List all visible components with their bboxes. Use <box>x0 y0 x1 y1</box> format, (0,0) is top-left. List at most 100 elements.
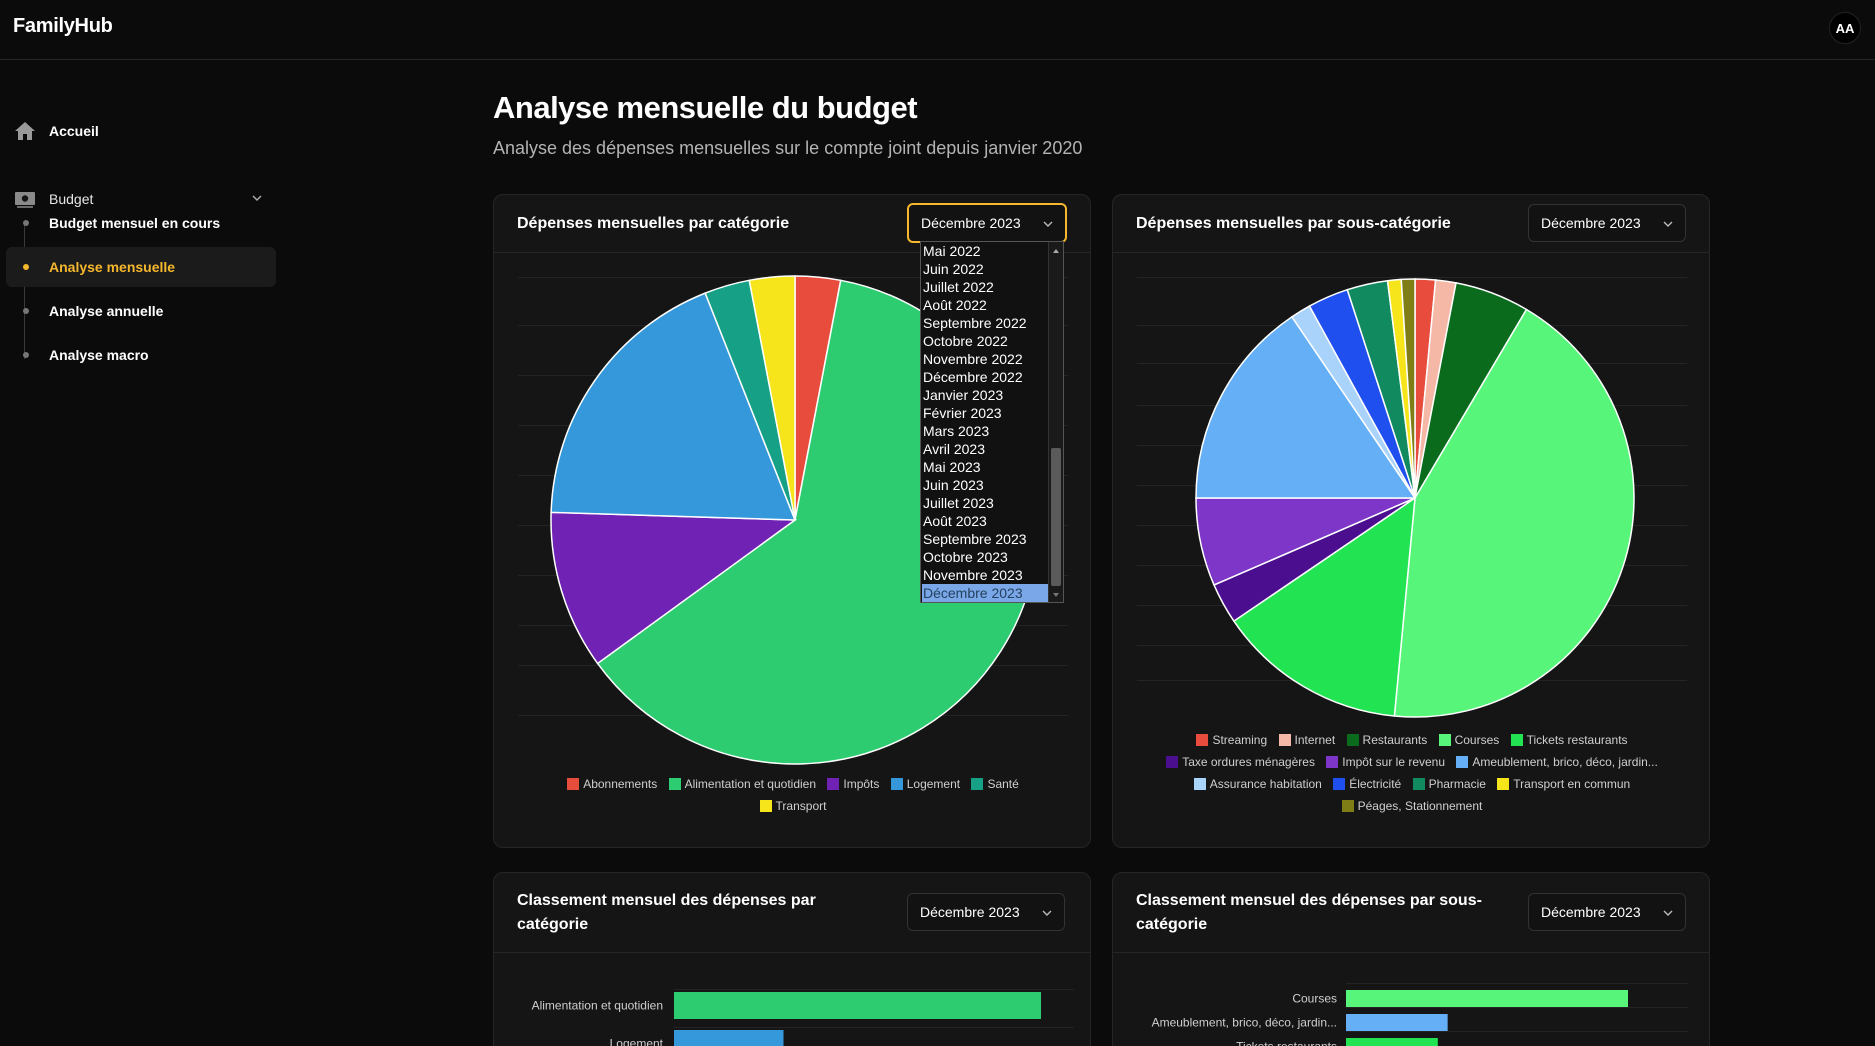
legend-label: Courses <box>1454 733 1500 747</box>
dropdown-option[interactable]: Avril 2023 <box>922 440 1048 458</box>
legend-item[interactable]: Taxe ordures ménagères <box>1166 751 1315 773</box>
bar-logement[interactable] <box>674 1030 784 1046</box>
legend-item[interactable]: Pharmacie <box>1412 773 1486 795</box>
legend-item[interactable]: Alimentation et quotidien <box>668 773 817 795</box>
legend-swatch <box>759 800 772 812</box>
sidebar-item-budget-mensuel[interactable]: Budget mensuel en cours <box>6 203 276 243</box>
month-dropdown-list[interactable]: Mai 2022 Juin 2022 Juillet 2022 Août 2022 Se… <box>920 241 1064 603</box>
bullet-icon <box>23 308 29 314</box>
sidebar-item-label: Analyse macro <box>49 347 149 363</box>
dropdown-option[interactable]: Novembre 2022 <box>922 350 1048 368</box>
select-value: Décembre 2023 <box>920 904 1020 920</box>
legend-item[interactable]: Abonnements <box>567 773 657 795</box>
legend-item[interactable]: Assurance habitation <box>1193 773 1322 795</box>
legend-label: Santé <box>987 777 1019 791</box>
legend-swatch <box>1166 756 1179 768</box>
bar-courses[interactable] <box>1346 990 1628 1007</box>
dropdown-option[interactable]: Décembre 2022 <box>922 368 1048 386</box>
legend-swatch <box>1278 734 1291 746</box>
dropdown-scrollbar-thumb[interactable] <box>1051 448 1061 586</box>
dropdown-option[interactable]: Juin 2022 <box>922 260 1048 278</box>
dropdown-option[interactable]: Juillet 2023 <box>922 494 1048 512</box>
legend-item[interactable]: Streaming <box>1196 729 1267 751</box>
legend-swatch <box>1346 734 1359 746</box>
dropdown-option[interactable]: Août 2022 <box>922 296 1048 314</box>
legend-swatch <box>890 778 903 790</box>
bar-alimentation-et-quotidien[interactable] <box>674 992 1041 1019</box>
month-select-category-ranking[interactable]: Décembre 2023 <box>907 893 1065 931</box>
dropdown-option[interactable]: Juin 2023 <box>922 476 1048 494</box>
legend-swatch <box>1438 734 1451 746</box>
legend-label: Assurance habitation <box>1209 777 1322 791</box>
legend-item[interactable]: Impôts <box>827 773 879 795</box>
bar-ameublement-brico-d-co-jardin[interactable] <box>1346 1014 1448 1031</box>
select-value: Décembre 2023 <box>1541 904 1641 920</box>
legend-item[interactable]: Courses <box>1438 729 1500 751</box>
dropdown-option[interactable]: Novembre 2023 <box>922 566 1048 584</box>
legend-swatch <box>1326 756 1339 768</box>
legend-item[interactable]: Ameublement, brico, déco, jardin... <box>1456 751 1658 773</box>
legend-item[interactable]: Impôt sur le revenu <box>1326 751 1445 773</box>
legend-label: Transport <box>775 799 827 813</box>
legend-item[interactable]: Électricité <box>1333 773 1401 795</box>
legend-swatch <box>668 778 681 790</box>
bullet-icon <box>23 352 29 358</box>
scroll-up-icon[interactable] <box>1051 244 1061 256</box>
sidebar-item-analyse-annuelle[interactable]: Analyse annuelle <box>6 291 276 331</box>
scroll-down-icon[interactable] <box>1051 588 1061 600</box>
legend-item[interactable]: Restaurants <box>1346 729 1428 751</box>
legend-item[interactable]: Transport <box>759 795 827 817</box>
legend-label: Tickets restaurants <box>1526 733 1628 747</box>
dropdown-option[interactable]: Octobre 2023 <box>922 548 1048 566</box>
sidebar-item-analyse-macro[interactable]: Analyse macro <box>6 335 276 375</box>
legend-item[interactable]: Santé <box>971 773 1019 795</box>
legend-label: Impôt sur le revenu <box>1342 755 1446 769</box>
dropdown-option[interactable]: Mai 2022 <box>922 242 1048 260</box>
dropdown-option[interactable]: Janvier 2023 <box>922 386 1048 404</box>
top-bar: FamilyHub AA <box>0 0 1875 60</box>
brand-logo[interactable]: FamilyHub <box>13 15 113 38</box>
dropdown-option[interactable]: Septembre 2022 <box>922 314 1048 332</box>
sidebar-item-label: Analyse annuelle <box>49 303 164 319</box>
sidebar-item-home[interactable]: Accueil <box>6 111 276 151</box>
legend-label: Restaurants <box>1362 733 1428 747</box>
chevron-down-icon <box>1662 906 1674 918</box>
legend-label: Transport en commun <box>1513 777 1631 791</box>
sidebar: Accueil Budget Budget mensuel en cours A… <box>0 60 280 1046</box>
month-select-subcategory-ranking[interactable]: Décembre 2023 <box>1528 893 1686 931</box>
legend-item[interactable]: Transport en commun <box>1497 773 1630 795</box>
dropdown-option[interactable]: Octobre 2022 <box>922 332 1048 350</box>
legend-swatch <box>971 778 984 790</box>
user-avatar[interactable]: AA <box>1829 12 1861 44</box>
dropdown-option[interactable]: Mars 2023 <box>922 422 1048 440</box>
chevron-down-icon <box>1041 906 1053 918</box>
legend-swatch <box>1333 778 1346 790</box>
dropdown-option[interactable]: Septembre 2023 <box>922 530 1048 548</box>
select-value: Décembre 2023 <box>921 215 1021 231</box>
bar-label: Logement <box>610 1037 664 1046</box>
legend-item[interactable]: Logement <box>890 773 960 795</box>
dropdown-option[interactable]: Février 2023 <box>922 404 1048 422</box>
legend-swatch <box>1193 778 1206 790</box>
bar-tickets-restaurants[interactable] <box>1346 1038 1438 1046</box>
chevron-down-icon <box>1662 217 1674 229</box>
month-select-category[interactable]: Décembre 2023 <box>907 203 1067 243</box>
legend-item[interactable]: Internet <box>1278 729 1335 751</box>
dropdown-option[interactable]: Août 2023 <box>922 512 1048 530</box>
dropdown-option[interactable]: Juillet 2022 <box>922 278 1048 296</box>
legend-item[interactable]: Péages, Stationnement <box>1341 795 1482 817</box>
legend-swatch <box>1456 756 1469 768</box>
bullet-icon <box>23 220 29 226</box>
sidebar-item-analyse-mensuelle[interactable]: Analyse mensuelle <box>6 247 276 287</box>
legend-item[interactable]: Tickets restaurants <box>1510 729 1628 751</box>
bullet-icon <box>23 264 29 270</box>
legend-swatch <box>1341 800 1354 812</box>
legend-label: Alimentation et quotidien <box>684 777 817 791</box>
dropdown-option[interactable]: Mai 2023 <box>922 458 1048 476</box>
home-icon <box>14 121 36 141</box>
month-select-subcategory[interactable]: Décembre 2023 <box>1528 204 1686 242</box>
dropdown-option[interactable]: Décembre 2023 <box>922 584 1048 602</box>
bar-label: Courses <box>1292 992 1337 1006</box>
sidebar-item-label: Accueil <box>49 123 99 139</box>
bar-label: Tickets restaurants <box>1236 1040 1337 1046</box>
